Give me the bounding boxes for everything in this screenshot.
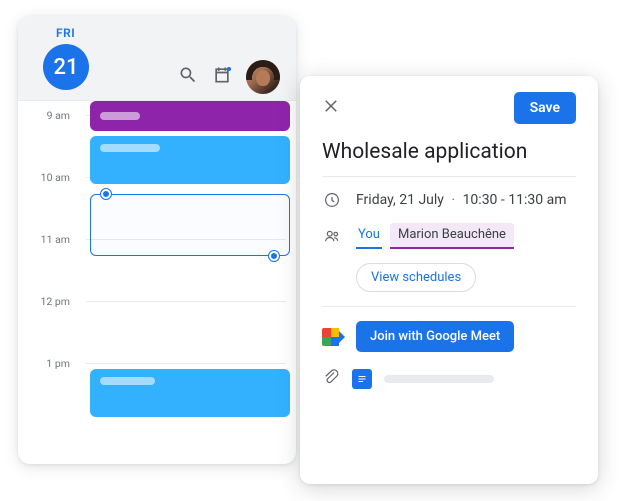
drag-handle-start[interactable] [101, 189, 111, 199]
event-block-blue[interactable] [90, 369, 290, 417]
google-meet-icon [322, 328, 344, 346]
close-icon[interactable] [322, 97, 340, 119]
divider [322, 306, 576, 307]
timeline: 9 am 10 am 11 am 12 pm 1 pm [18, 101, 296, 464]
event-time-row[interactable]: Friday, 21 July · 10:30 - 11:30 am [322, 191, 576, 209]
avatar[interactable] [246, 60, 280, 94]
day-date-circle[interactable]: 21 [43, 44, 89, 90]
event-date: Friday, 21 July [356, 192, 444, 208]
event-guests-row: You Marion Beauchêne [322, 223, 576, 249]
guest-chip-you[interactable]: You [356, 224, 382, 249]
attachment-icon [322, 368, 340, 390]
hour-label: 10 am [30, 171, 70, 184]
hour-label: 11 am [30, 233, 70, 246]
event-block-purple[interactable] [90, 101, 290, 131]
day-header: FRI 21 [18, 16, 296, 101]
hour-label: 1 pm [30, 357, 70, 370]
drag-handle-end[interactable] [269, 251, 279, 261]
hour-label: 12 pm [30, 295, 70, 308]
clock-icon [322, 191, 342, 209]
separator-dot: · [447, 192, 459, 208]
event-detail-card: Save Wholesale application Friday, 21 Ju… [300, 76, 598, 484]
search-icon[interactable] [178, 65, 198, 89]
event-time: 10:30 - 11:30 am [463, 192, 567, 208]
day-weekday: FRI [56, 26, 75, 40]
attachment-row[interactable] [322, 368, 576, 390]
join-meet-button[interactable]: Join with Google Meet [356, 321, 514, 352]
divider [322, 176, 576, 177]
guest-chip[interactable]: Marion Beauchêne [390, 223, 514, 249]
event-block-blue[interactable] [90, 136, 290, 184]
people-icon [322, 227, 342, 245]
event-title[interactable]: Wholesale application [322, 140, 576, 164]
new-event-drag-slot[interactable] [90, 194, 290, 256]
view-schedules-button[interactable]: View schedules [356, 263, 476, 292]
google-doc-icon[interactable] [352, 369, 372, 389]
attachment-name-placeholder [384, 375, 494, 383]
save-button[interactable]: Save [514, 92, 576, 124]
day-date-number: 21 [53, 55, 78, 80]
calendar-day-view: FRI 21 9 am 10 am 11 am 12 pm 1 pm [18, 16, 296, 464]
calendar-today-icon[interactable] [212, 65, 232, 89]
hour-label: 9 am [30, 109, 70, 122]
